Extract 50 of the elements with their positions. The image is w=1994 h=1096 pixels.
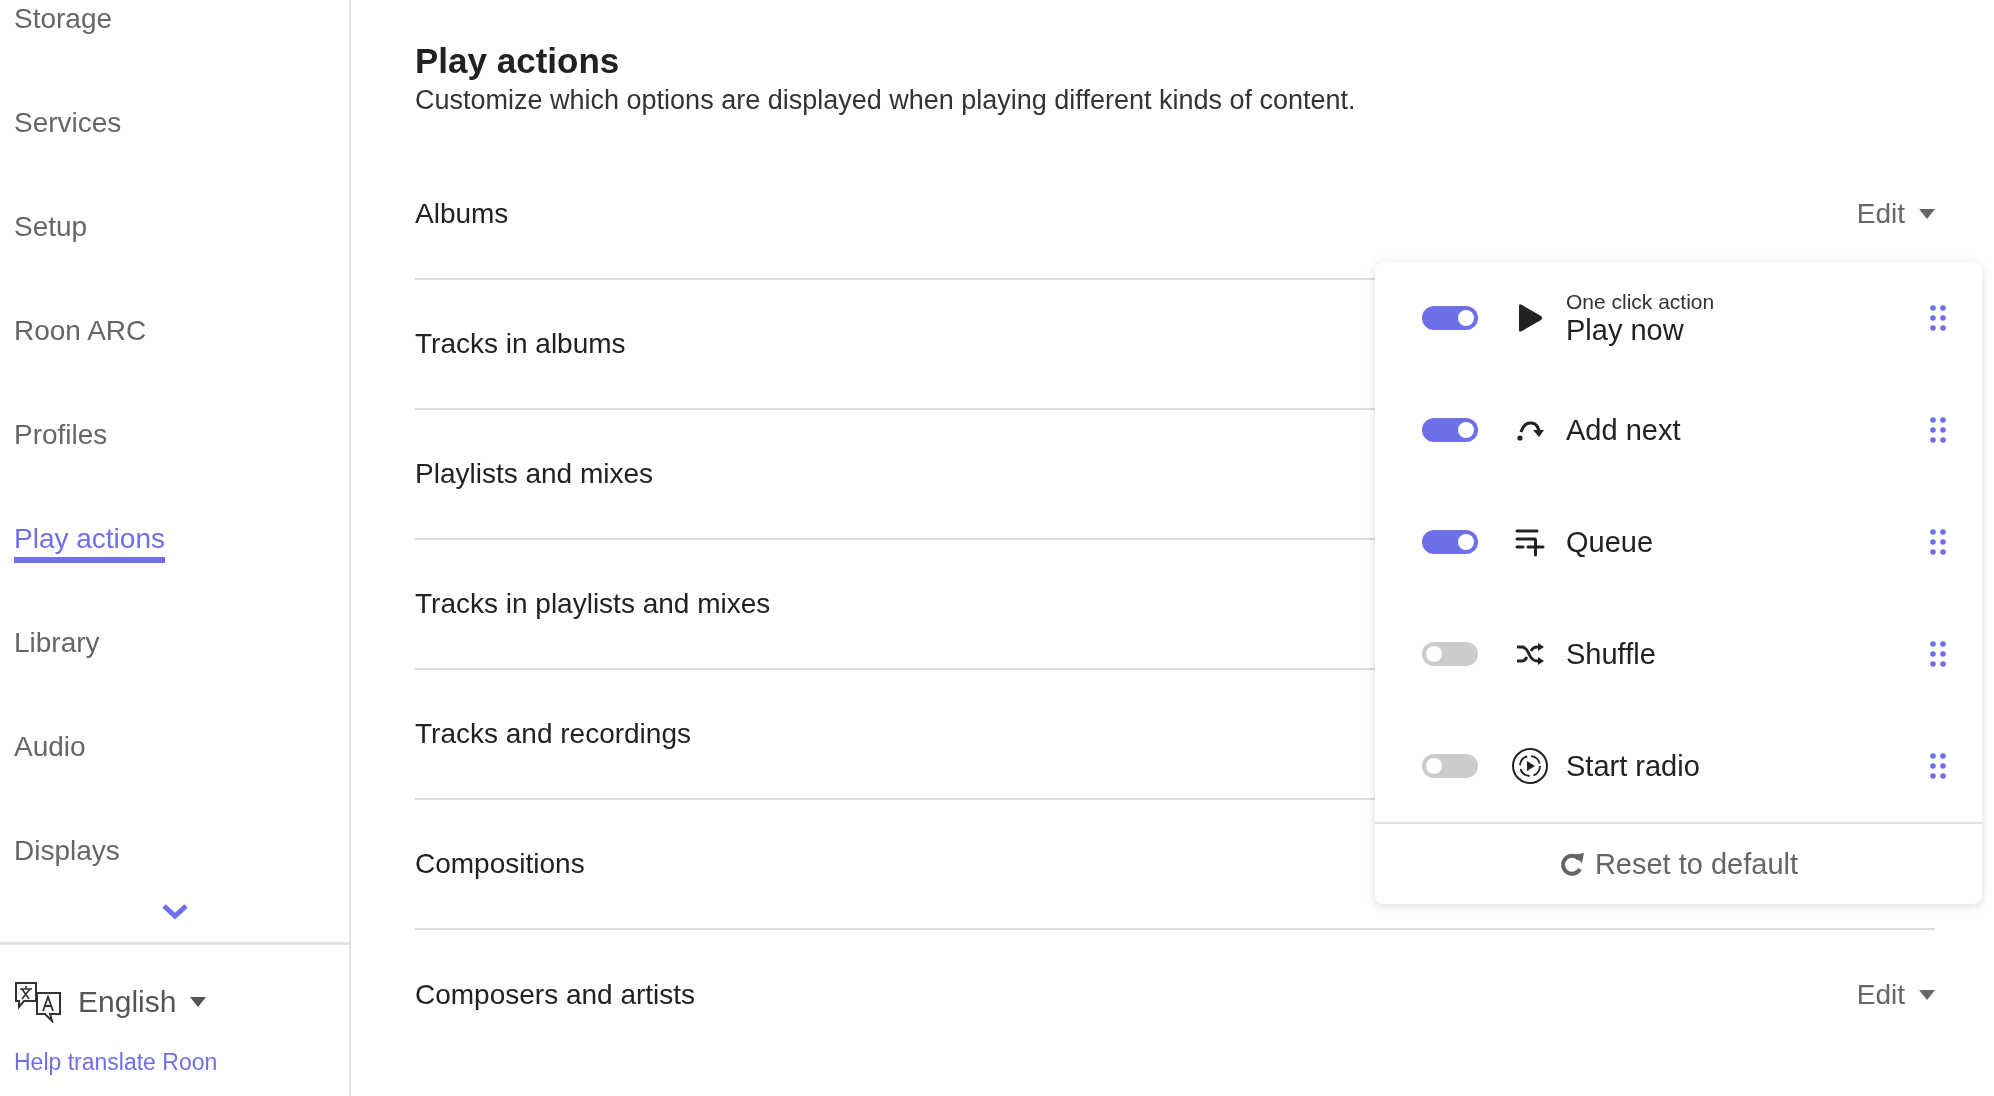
caret-icon <box>1919 209 1935 219</box>
drag-handle-icon[interactable] <box>1930 529 1946 555</box>
curved-arrow-icon <box>1516 418 1544 442</box>
content-type-label: Albums <box>415 198 509 230</box>
toggle-switch[interactable] <box>1422 642 1478 666</box>
edit-dropdown[interactable]: Edit <box>1856 198 1935 230</box>
sidebar-item[interactable]: Setup <box>14 210 88 244</box>
toggle-switch[interactable] <box>1422 754 1478 778</box>
sidebar-item[interactable]: Profiles <box>14 418 108 452</box>
sidebar-item[interactable]: Play actions <box>14 522 165 563</box>
queue-add-icon <box>1515 527 1545 557</box>
sidebar-item[interactable]: Storage <box>14 2 113 36</box>
content-type-label: Compositions <box>415 848 585 880</box>
action-caption: One click action <box>1566 289 1716 314</box>
content-type-label: Tracks and recordings <box>415 718 691 750</box>
drag-handle-icon[interactable] <box>1930 641 1946 667</box>
sidebar-item[interactable]: Displays <box>14 834 120 868</box>
action-label: Queue <box>1566 525 1655 559</box>
action-label: Shuffle <box>1566 637 1657 671</box>
drag-handle-icon[interactable] <box>1930 753 1946 779</box>
drag-handle-icon[interactable] <box>1930 305 1946 331</box>
sidebar-item[interactable]: Audio <box>14 730 86 764</box>
content-type-label: Tracks in albums <box>415 328 626 360</box>
action-label: Play now <box>1566 313 1685 347</box>
language-selector[interactable]: English <box>14 981 207 1023</box>
sidebar-item[interactable]: Library <box>14 626 100 660</box>
caret-icon <box>190 997 207 1007</box>
reset-icon <box>1558 851 1585 877</box>
shuffle-icon <box>1516 643 1544 665</box>
translate-icon <box>14 981 64 1023</box>
content-type-label: Tracks in playlists and mixes <box>415 588 771 620</box>
toggle-switch[interactable] <box>1422 530 1478 554</box>
radio-icon <box>1511 747 1549 785</box>
action-label: Start radio <box>1566 749 1701 783</box>
content-type-label: Composers and artists <box>415 979 696 1011</box>
content-type-label: Playlists and mixes <box>415 458 654 490</box>
edit-dropdown[interactable]: Edit <box>1856 979 1935 1011</box>
sidebar-item[interactable]: Services <box>14 106 122 140</box>
chevron-down-icon[interactable] <box>161 904 188 920</box>
page-subtitle: Customize which options are displayed when playing different kinds of content. <box>415 84 1357 117</box>
sidebar-item[interactable]: Roon ARC <box>14 314 147 348</box>
caret-icon <box>1919 990 1935 1000</box>
play-icon <box>1517 303 1543 333</box>
drag-handle-icon[interactable] <box>1930 417 1946 443</box>
toggle-switch[interactable] <box>1422 306 1478 330</box>
reset-button[interactable]: Reset to default <box>1552 846 1805 882</box>
toggle-switch[interactable] <box>1422 418 1478 442</box>
help-translate-link[interactable]: Help translate Roon <box>14 1049 218 1076</box>
action-label: Add next <box>1566 413 1682 447</box>
page-title: Play actions <box>415 40 621 82</box>
